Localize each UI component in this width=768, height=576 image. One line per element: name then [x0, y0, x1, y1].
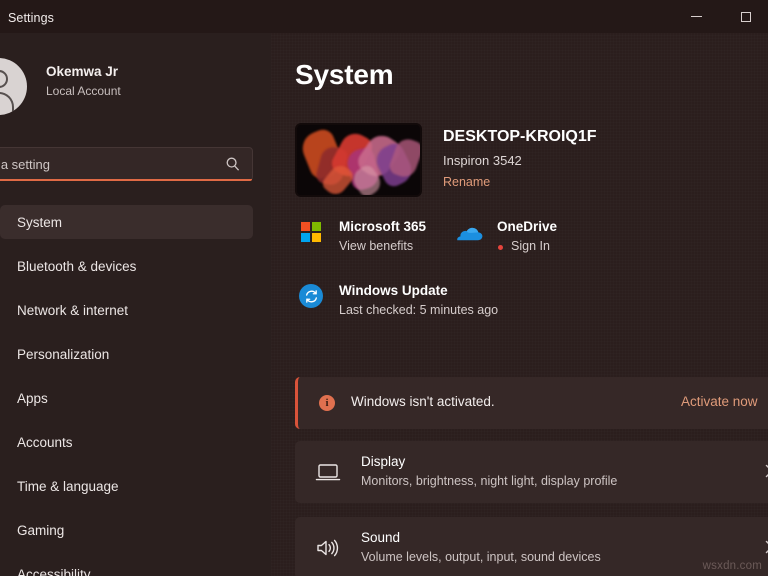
activate-now-link[interactable]: Activate now — [681, 394, 758, 409]
sidebar-item-label: Gaming — [0, 523, 64, 538]
activation-banner: i Windows isn't activated. Activate now — [295, 377, 768, 429]
speaker-icon — [315, 536, 341, 560]
service-subtitle[interactable]: Sign In — [511, 239, 550, 253]
chevron-right-icon[interactable] — [761, 539, 768, 555]
person-avatar-icon — [0, 70, 8, 88]
card-subtitle: Monitors, brightness, night light, displ… — [361, 474, 617, 488]
account-type: Local Account — [46, 84, 121, 98]
app-title: Settings — [8, 11, 54, 25]
sidebar-item-label: Bluetooth & devices — [0, 259, 136, 274]
sidebar-nav: System Bluetooth & devices Network & inter… — [0, 205, 271, 576]
service-title: Windows Update — [339, 283, 448, 298]
sidebar-item-system[interactable]: System — [0, 205, 253, 239]
info-icon: i — [319, 395, 335, 411]
service-title: OneDrive — [497, 219, 557, 234]
chevron-right-icon[interactable] — [761, 463, 768, 479]
sidebar-item-label: Accounts — [0, 435, 73, 450]
sidebar-item-label: Network & internet — [0, 303, 128, 318]
onedrive-cloud-icon — [457, 225, 483, 241]
search-input[interactable] — [0, 148, 205, 180]
sidebar-item-time-language[interactable]: Time & language — [0, 469, 271, 503]
service-subtitle[interactable]: View benefits — [339, 239, 413, 253]
search-icon[interactable] — [225, 156, 241, 172]
service-subtitle: Last checked: 5 minutes ago — [339, 303, 498, 317]
sidebar-item-accounts[interactable]: Accounts — [0, 425, 271, 459]
setting-card-display[interactable]: Display Monitors, brightness, night ligh… — [295, 441, 768, 503]
card-title: Display — [361, 454, 405, 469]
settings-window: Settings Okemwa Jr Local Account — [0, 0, 768, 576]
rename-link[interactable]: Rename — [443, 175, 490, 189]
minimize-button[interactable] — [673, 0, 719, 33]
service-onedrive[interactable]: OneDrive Sign In — [453, 219, 633, 257]
card-subtitle: Volume levels, output, input, sound devi… — [361, 550, 601, 564]
windows-bloom-wallpaper-thumbnail — [295, 123, 422, 197]
sidebar-item-label: Apps — [0, 391, 48, 406]
sidebar-item-bluetooth-devices[interactable]: Bluetooth & devices — [0, 249, 271, 283]
device-info-card: DESKTOP-KROIQ1F Inspiron 3542 Rename — [295, 123, 765, 199]
service-title: Microsoft 365 — [339, 219, 426, 234]
maximize-button[interactable] — [723, 0, 768, 33]
maximize-icon — [741, 12, 751, 22]
minimize-icon — [691, 16, 702, 17]
activation-message: Windows isn't activated. — [351, 394, 495, 409]
sync-refresh-icon — [299, 284, 323, 308]
device-name: DESKTOP-KROIQ1F — [443, 128, 597, 146]
microsoft-logo-icon — [301, 222, 321, 242]
watermark: wsxdn.com — [703, 560, 762, 572]
sidebar-item-gaming[interactable]: Gaming — [0, 513, 271, 547]
search-accent-underline — [0, 179, 252, 181]
sidebar-item-label: Accessibility — [0, 567, 91, 576]
sidebar: Okemwa Jr Local Account System Bluetooth … — [0, 33, 271, 576]
main-content: System DESKTOP-KROIQ1F Inspiron 3542 Ren… — [271, 33, 768, 576]
sidebar-item-label: Personalization — [0, 347, 109, 362]
sidebar-item-personalization[interactable]: Personalization — [0, 337, 271, 371]
account-section[interactable]: Okemwa Jr Local Account — [0, 58, 230, 118]
account-name: Okemwa Jr — [46, 64, 118, 79]
card-title: Sound — [361, 530, 400, 545]
monitor-icon — [315, 460, 341, 484]
setting-card-sound[interactable]: Sound Volume levels, output, input, soun… — [295, 517, 768, 576]
page-title: System — [295, 59, 393, 91]
avatar — [0, 58, 27, 115]
sidebar-item-apps[interactable]: Apps — [0, 381, 271, 415]
title-bar: Settings — [0, 0, 768, 33]
sidebar-item-label: Time & language — [0, 479, 119, 494]
sidebar-item-accessibility[interactable]: Accessibility — [0, 557, 271, 576]
sidebar-item-label: System — [0, 215, 62, 230]
device-model: Inspiron 3542 — [443, 153, 522, 168]
sidebar-item-network-internet[interactable]: Network & internet — [0, 293, 271, 327]
service-windows-update[interactable]: Windows Update Last checked: 5 minutes a… — [295, 283, 595, 321]
search-box[interactable] — [0, 147, 253, 181]
service-microsoft-365[interactable]: Microsoft 365 View benefits — [295, 219, 475, 257]
status-dot — [498, 245, 503, 250]
